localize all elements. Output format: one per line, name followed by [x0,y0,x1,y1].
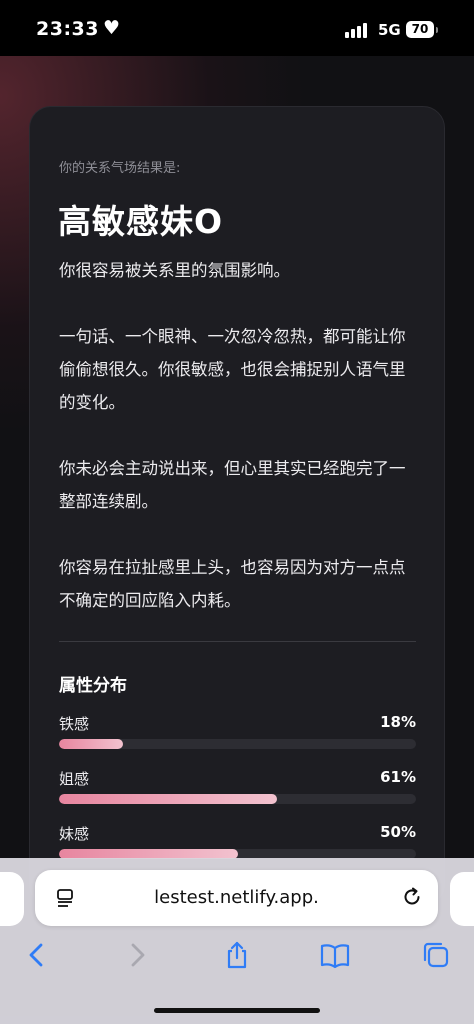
result-description: 你很容易被关系里的氛围影响。 一句话、一个眼神、一次忽冷忽热，都可能让你偷偷想很… [59,254,421,650]
description-paragraph: 你很容易被关系里的氛围影响。 [59,261,290,280]
attribute-percent: 61% [380,768,416,786]
bookmarks-icon[interactable] [320,940,350,970]
result-card: 你的关系气场结果是: 高敏感妹O 你很容易被关系里的氛围影响。 一句话、一个眼神… [29,106,445,906]
forward-icon[interactable] [122,940,152,970]
attribute-percent: 18% [380,713,416,731]
section-divider [59,641,416,642]
tabs-icon[interactable] [421,940,451,970]
result-title: 高敏感妹O [58,202,224,241]
url-text[interactable]: lestest.netlify.app. [35,887,438,908]
attribute-bar-track [59,739,416,749]
attribute-percent: 50% [380,823,416,841]
battery-icon: 70 [406,21,438,38]
home-indicator [154,1008,320,1013]
reload-icon[interactable] [401,886,423,908]
description-paragraph: 你未必会主动说出来，但心里其实已经跑完了一整部连续剧。 [59,459,406,511]
attribute-bar-fill [59,794,277,804]
previous-tab-preview[interactable] [0,872,24,926]
battery-level: 70 [411,22,429,36]
description-paragraph: 一句话、一个眼神、一次忽冷忽热，都可能让你偷偷想很久。你很敏感，也很会捕捉别人语… [59,327,406,412]
next-tab-preview[interactable] [450,872,474,926]
attributes-title: 属性分布 [59,676,127,696]
attribute-label: 姐感 [59,770,90,788]
attribute-label: 铁感 [59,715,90,733]
attribute-bar-track [59,794,416,804]
status-bar: 23:33 ♥ 5G 70 [0,0,474,56]
network-type: 5G [378,21,401,39]
result-intro: 你的关系气场结果是: [59,161,181,176]
browser-toolbar: lestest.netlify.app. [0,858,474,1024]
attribute-bar-fill [59,739,124,749]
attribute-label: 妹感 [59,825,90,843]
signal-icon [345,22,369,38]
address-bar[interactable]: lestest.netlify.app. [35,870,438,926]
heart-icon: ♥ [103,17,121,39]
status-time: 23:33 [36,18,99,40]
back-icon[interactable] [22,940,52,970]
share-icon[interactable] [222,940,252,970]
description-paragraph: 你容易在拉扯感里上头，也容易因为对方一点点不确定的回应陷入内耗。 [59,558,406,610]
